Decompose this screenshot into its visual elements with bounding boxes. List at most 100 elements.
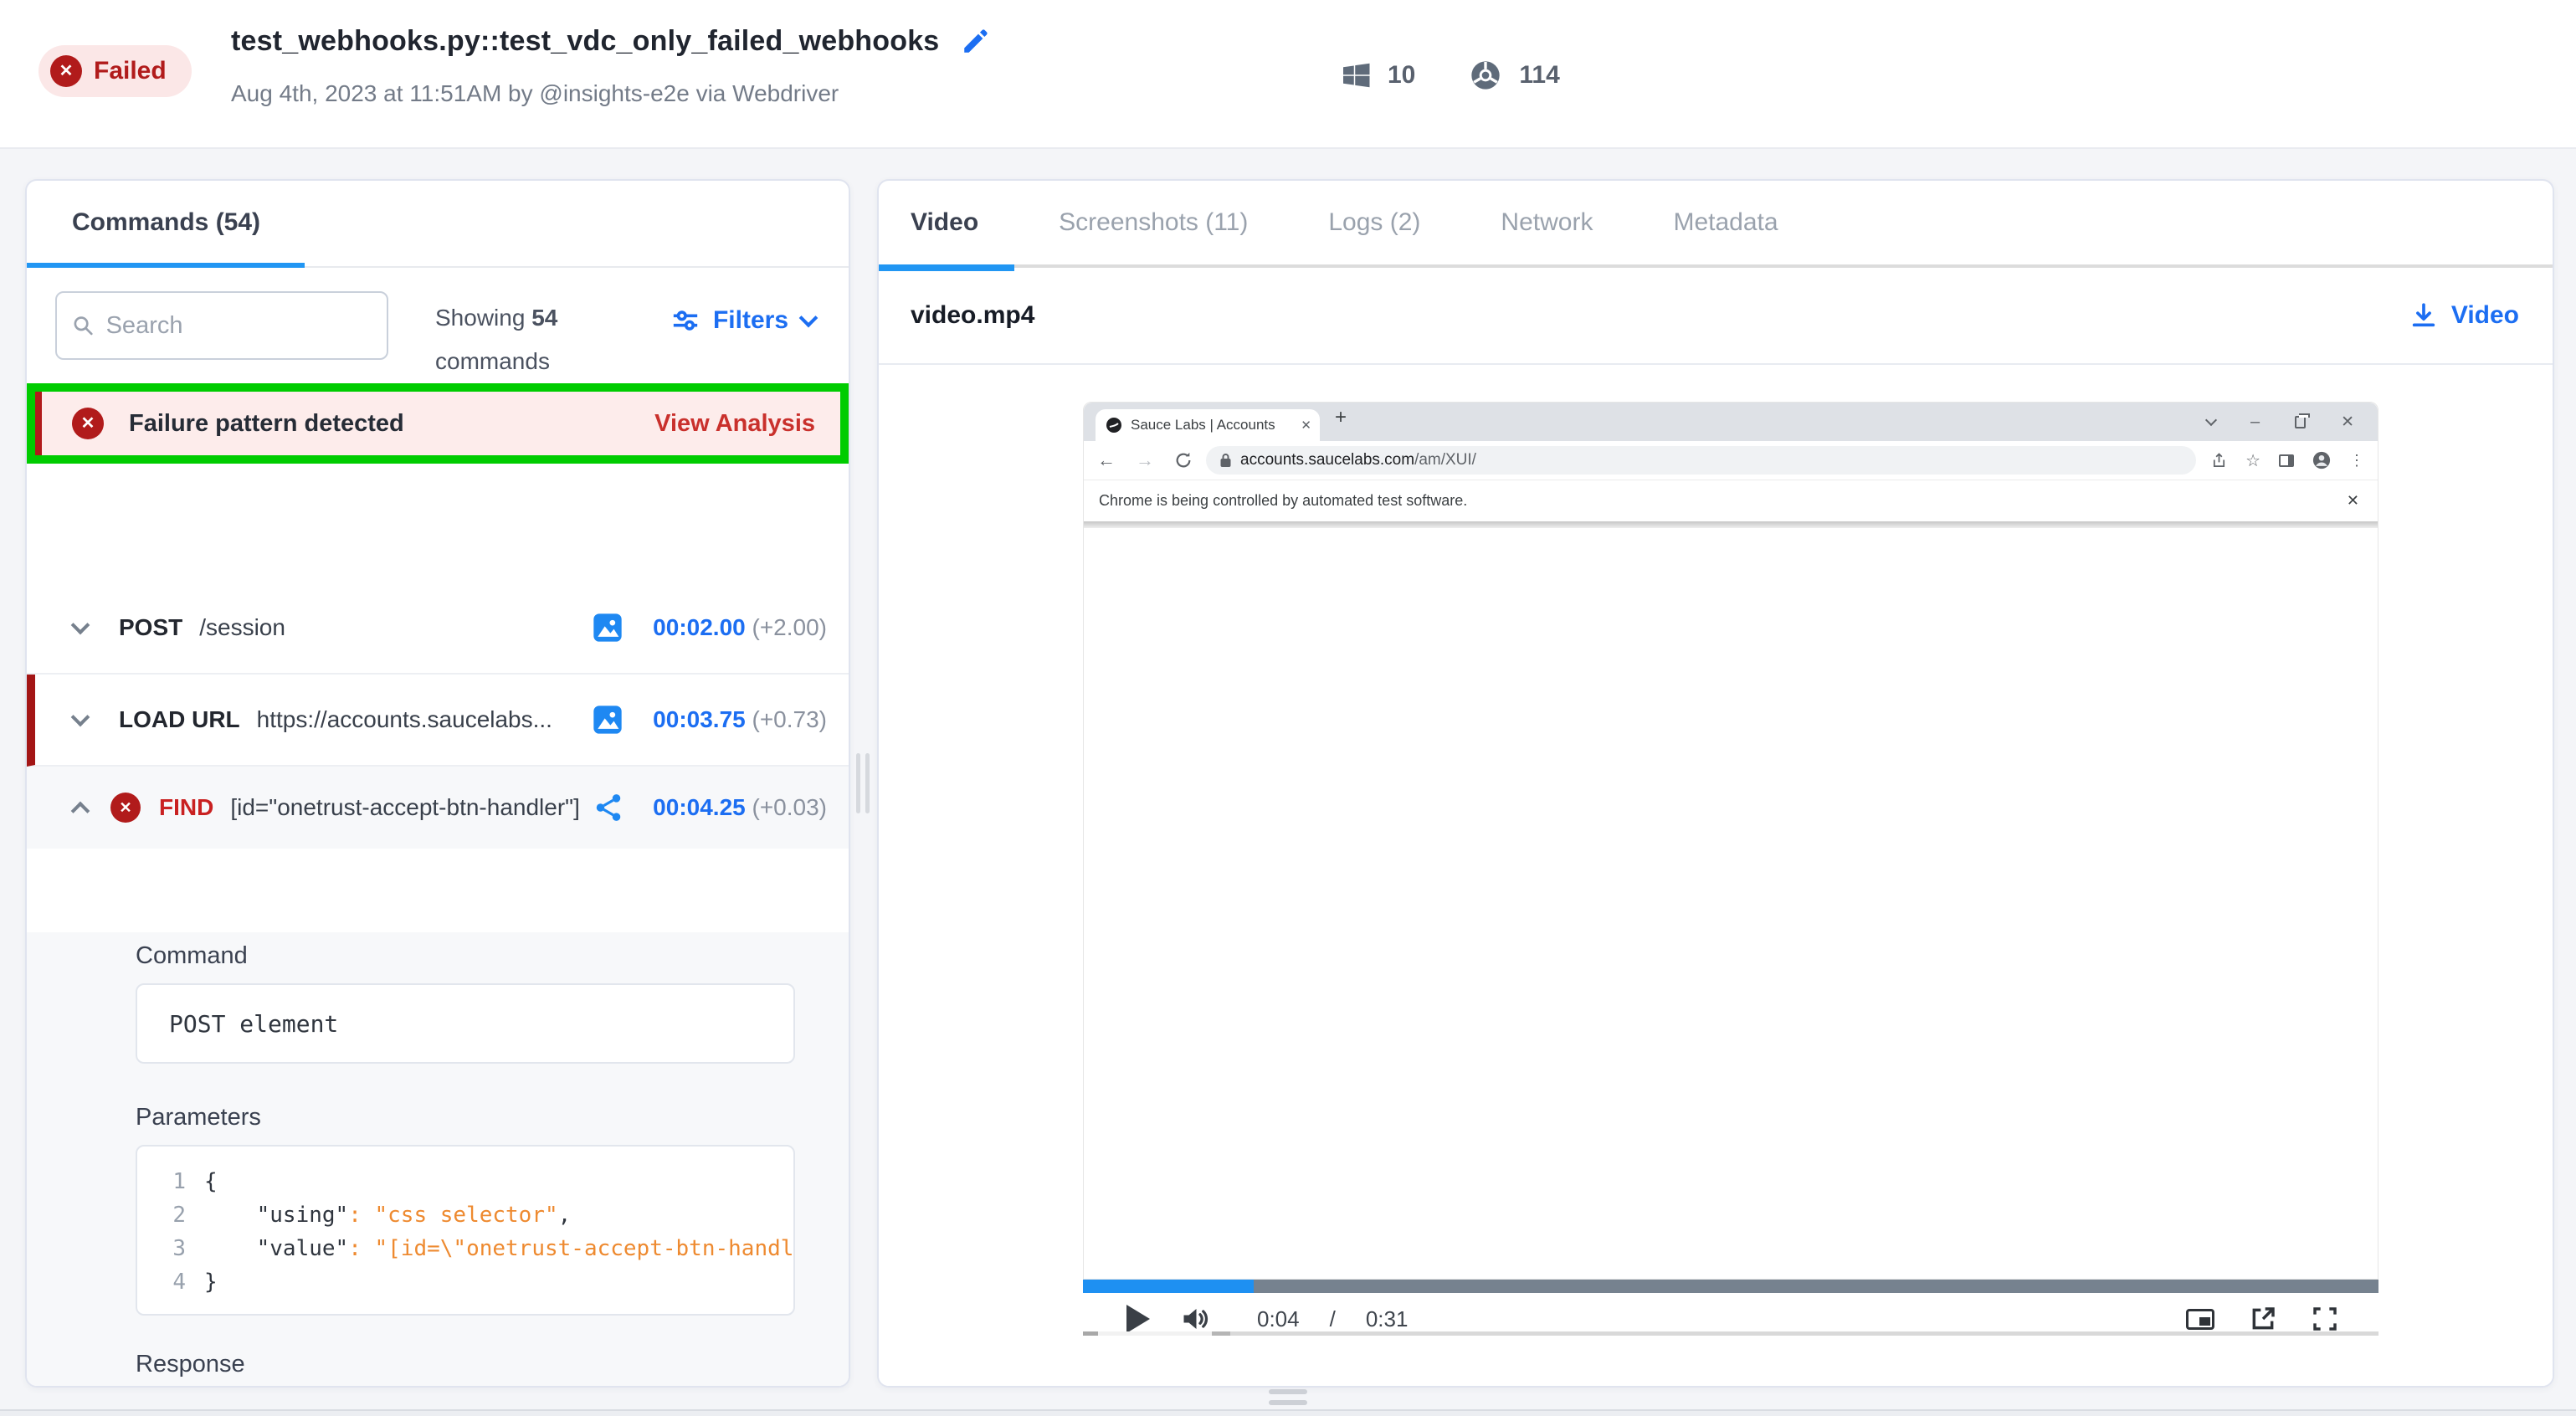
url-path: /am/XUI/ — [1414, 451, 1476, 469]
total-duration: 0:31 — [1366, 1306, 1409, 1332]
command-row-load-url[interactable]: LOAD URL https://accounts.saucelabs... 0… — [27, 675, 849, 767]
page-top-shadow — [1084, 521, 2378, 528]
tab-video[interactable]: Video — [911, 208, 978, 237]
restore-icon — [2295, 416, 2306, 428]
error-x-icon: ✕ — [110, 793, 141, 823]
command-list: POST /session 00:02.00 (+2.00) LOAD URL … — [27, 582, 849, 849]
browser-tab-title: Sauce Labs | Accounts — [1131, 417, 1292, 434]
response-section-label: Response — [136, 1351, 795, 1378]
command-time: 00:02.00 (+2.00) — [653, 614, 827, 641]
panel-resize-handle[interactable] — [854, 753, 871, 820]
command-detail: [id="onetrust-accept-btn-handler"] — [230, 794, 580, 821]
tab-close-icon: ✕ — [1301, 418, 1311, 433]
command-section-label: Command — [136, 942, 795, 970]
toolbar-right-icons: ☆ ⋮ — [2211, 450, 2364, 471]
status-badge: ✕ Failed — [38, 45, 192, 97]
header: ✕ Failed test_webhooks.py::test_vdc_only… — [0, 0, 2576, 149]
time-separator: / — [1330, 1306, 1336, 1332]
command-method: FIND — [159, 794, 213, 821]
back-icon: ← — [1097, 449, 1116, 471]
download-video-label: Video — [2451, 301, 2519, 330]
side-panel-icon — [2279, 454, 2294, 467]
open-in-new-icon[interactable] — [2250, 1306, 2276, 1332]
platform-info: 10 114 — [1341, 49, 1560, 102]
edit-title-pencil-icon[interactable] — [961, 28, 989, 56]
os-version: 10 — [1388, 61, 1415, 90]
picture-in-picture-icon[interactable] — [2186, 1309, 2214, 1330]
automation-infobar: Chrome is being controlled by automated … — [1084, 480, 2378, 521]
chevron-down-icon[interactable] — [71, 616, 90, 635]
chevron-down-icon[interactable] — [71, 708, 90, 727]
failure-banner-text: Failure pattern detected — [129, 410, 404, 438]
parameters-code-box: 1{ 2 "using": "css selector", 3 "value":… — [136, 1145, 795, 1316]
command-row-post-session[interactable]: POST /session 00:02.00 (+2.00) — [27, 582, 849, 675]
results-tabbar: Video Screenshots (11) Logs (2) Network … — [879, 181, 2553, 268]
play-button[interactable] — [1126, 1305, 1150, 1333]
view-analysis-link[interactable]: View Analysis — [654, 410, 815, 438]
volume-icon[interactable] — [1180, 1304, 1210, 1334]
test-subtitle: Aug 4th, 2023 at 11:51AM by @insights-e2… — [231, 80, 839, 107]
tab-screenshots[interactable]: Screenshots (11) — [1059, 208, 1248, 237]
browser-menu-kebab-icon: ⋮ — [2349, 452, 2364, 469]
download-icon — [2409, 301, 2438, 330]
video-file-name: video.mp4 — [911, 301, 1034, 330]
screenshot-image-icon[interactable] — [591, 611, 624, 644]
tab-commands[interactable]: Commands (54) — [72, 181, 260, 264]
forward-icon: → — [1136, 449, 1154, 471]
test-details-page: ✕ Failed test_webhooks.py::test_vdc_only… — [0, 0, 2576, 1416]
command-detail-section: Command POST element Parameters 1{ 2 "us… — [27, 932, 849, 1388]
video-horizontal-scrollbar[interactable] — [1083, 1331, 2378, 1336]
code-line: 2 "using": "css selector", — [156, 1198, 793, 1232]
browser-tabstrip: Sauce Labs | Accounts ✕ + – ✕ — [1084, 403, 2378, 441]
tab-metadata[interactable]: Metadata — [1673, 208, 1778, 237]
command-time: 00:03.75 (+0.73) — [653, 706, 827, 733]
failure-pattern-banner[interactable]: ✕ Failure pattern detected View Analysis — [35, 392, 840, 455]
filters-label: Filters — [713, 306, 788, 335]
commands-tabbar: Commands (54) — [27, 181, 849, 268]
command-method: POST — [119, 614, 182, 641]
chevron-down-icon — [799, 309, 818, 328]
tab-network[interactable]: Network — [1501, 208, 1593, 237]
error-x-icon: ✕ — [72, 408, 104, 439]
browser-version: 114 — [1519, 61, 1559, 90]
browser-toolbar: ← → accounts.saucelabs.com/am/XUI/ — [1084, 441, 2378, 480]
screenshot-image-icon[interactable] — [591, 703, 624, 736]
windows-icon — [1341, 60, 1371, 90]
command-row-find[interactable]: ✕ FIND [id="onetrust-accept-btn-handler"… — [27, 767, 849, 849]
browser-tab: Sauce Labs | Accounts ✕ — [1096, 409, 1320, 441]
chrome-icon — [1469, 59, 1502, 92]
reload-icon — [1174, 451, 1193, 469]
page-title: test_webhooks.py::test_vdc_only_failed_w… — [231, 25, 939, 58]
command-detail: /session — [199, 614, 285, 641]
command-value: POST element — [169, 1010, 338, 1038]
failed-x-icon: ✕ — [50, 55, 82, 87]
video-frame-browser-window: Sauce Labs | Accounts ✕ + – ✕ ← → — [1083, 402, 2378, 1280]
showing-count: 54 — [531, 305, 557, 331]
search-box[interactable] — [55, 291, 388, 360]
new-tab-icon: + — [1335, 406, 1347, 429]
address-bar: accounts.saucelabs.com/am/XUI/ — [1206, 446, 2196, 475]
command-value-box: POST element — [136, 983, 795, 1064]
bottom-drawer-edge — [0, 1409, 2576, 1416]
video-progress-bar[interactable] — [1083, 1280, 2378, 1293]
video-player[interactable]: Sauce Labs | Accounts ✕ + – ✕ ← → — [879, 367, 2553, 1386]
share-export-icon — [2211, 453, 2227, 469]
window-controls: – ✕ — [2207, 403, 2354, 441]
chevron-up-icon[interactable] — [71, 802, 90, 821]
command-detail: https://accounts.saucelabs... — [257, 706, 552, 733]
share-icon[interactable] — [593, 792, 624, 823]
fullscreen-icon[interactable] — [2312, 1306, 2338, 1332]
video-controls: 0:04 / 0:31 — [1083, 1293, 2378, 1345]
tab-logs[interactable]: Logs (2) — [1328, 208, 1420, 237]
lock-icon — [1219, 453, 1232, 468]
commands-panel: Commands (54) Showing 54 commands — [25, 179, 850, 1388]
showing-count-text: Showing 54 commands — [435, 296, 557, 383]
infobar-close-icon: ✕ — [2347, 492, 2359, 510]
saucelabs-favicon — [1106, 417, 1122, 434]
video-progress-fill — [1083, 1280, 1254, 1293]
search-input[interactable] — [106, 312, 372, 340]
filters-button[interactable]: Filters — [671, 306, 815, 335]
download-video-button[interactable]: Video — [2409, 301, 2519, 330]
bottom-drawer-handle[interactable] — [1269, 1389, 1307, 1411]
status-badge-label: Failed — [94, 57, 167, 85]
